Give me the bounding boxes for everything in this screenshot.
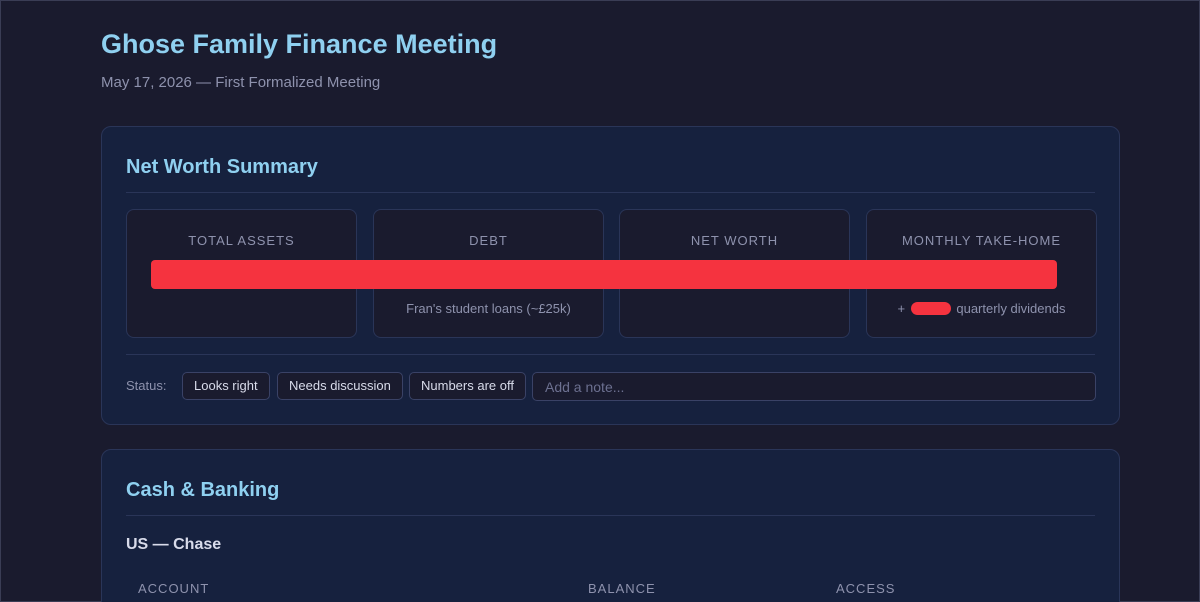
note-prefix: + [897,301,906,316]
numbers-are-off-button[interactable]: Numbers are off [409,372,526,400]
section-divider [126,354,1095,355]
metric-label: MONTHLY TAKE-HOME [901,233,1062,248]
net-worth-summary-title: Net Worth Summary [126,156,318,178]
status-row: Status: Looks right Needs discussion Num… [126,372,1096,401]
redaction-mark [910,302,951,315]
metric-label: DEBT [469,233,508,248]
column-header-account: ACCOUNT [138,581,210,596]
redaction-bar [151,260,1057,289]
metric-note: Fran's student loans (~£25k) [406,301,571,316]
metric-label: TOTAL ASSETS [188,233,295,248]
page: Ghose Family Finance Meeting May 17, 202… [0,0,1200,602]
page-subtitle: May 17, 2026 — First Formalized Meeting [101,74,381,91]
column-header-access: ACCESS [836,581,896,596]
looks-right-button[interactable]: Looks right [182,372,270,400]
page-title: Ghose Family Finance Meeting [101,29,498,59]
cash-banking-card: Cash & Banking US — Chase ACCOUNT BALANC… [101,449,1120,602]
section-divider [126,192,1095,193]
metric-note: + quarterly dividends [867,301,1096,316]
cash-banking-title: Cash & Banking [126,479,280,501]
status-label: Status: [126,378,167,393]
note-suffix: quarterly dividends [956,301,1066,316]
status-note-input[interactable] [532,372,1096,401]
needs-discussion-button[interactable]: Needs discussion [277,372,403,400]
metric-label: NET WORTH [690,233,779,248]
section-divider [126,515,1095,516]
subsection-heading: US — Chase [126,536,222,553]
column-header-balance: BALANCE [588,581,656,596]
